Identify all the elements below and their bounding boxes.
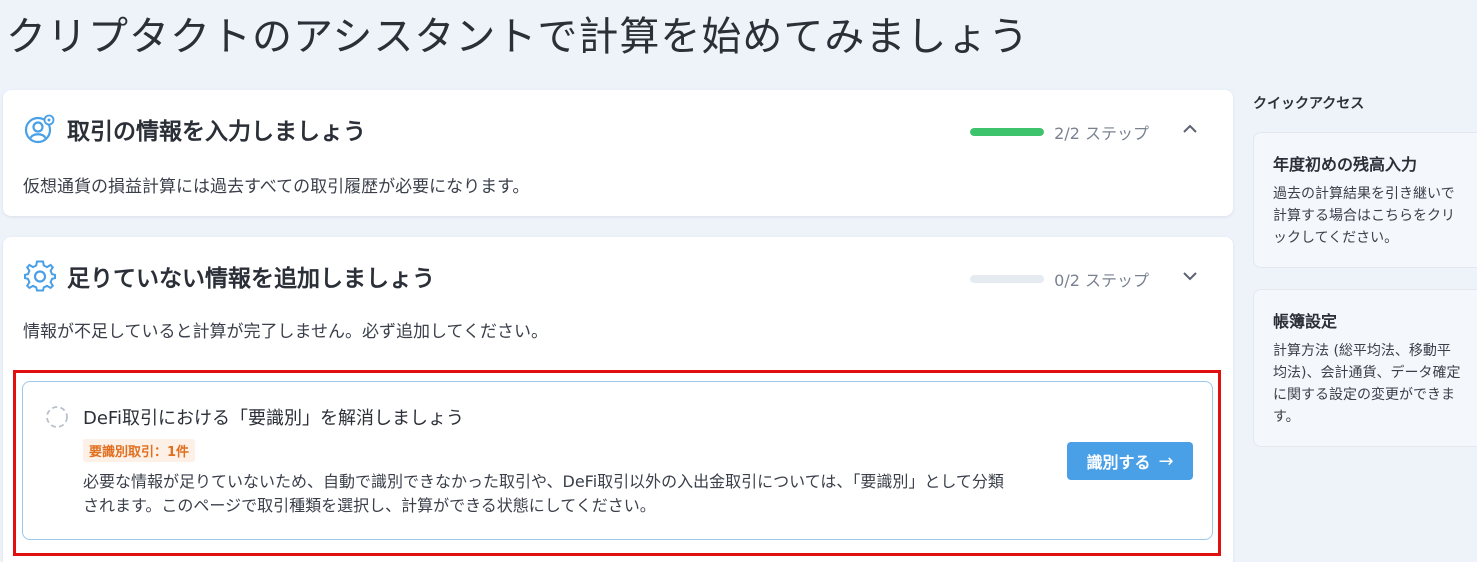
chevron-down-icon[interactable] [1179,265,1201,287]
identify-button-label: 識別する [1086,453,1151,472]
identify-button[interactable]: 識別する → [1067,442,1193,480]
task-title: DeFi取引における「要識別」を解消しましょう [83,408,464,429]
quick-access-label: クイックアクセス [1253,96,1365,112]
quick-access-description: 計算方法 (総平均法、移動平均法)、会計通貨、データ確定に関する設定の変更ができ… [1273,343,1461,425]
arrow-right-icon: → [1158,450,1174,472]
assistant-page: クリプタクトのアシスタントで計算を始めてみましょう 取引の情報を入力しましょう … [0,0,1477,562]
quick-access-ledger-settings[interactable]: 帳簿設定 計算方法 (総平均法、移動平均法)、会計通貨、データ確定に関する設定の… [1253,289,1477,447]
section-description: 仮想通貨の損益計算には過去すべての取引履歴が必要になります。 [23,177,530,197]
quick-access-title: 年度初めの残高入力 [1273,155,1418,174]
status-badge: 要識別取引：1件 [83,439,196,462]
gear-icon [23,259,57,293]
quick-access-opening-balance[interactable]: 年度初めの残高入力 過去の計算結果を引き継いで計算する場合はこちらをクリックして… [1253,132,1477,268]
user-gear-icon [23,112,57,146]
section-header: 足りていない情報を追加しましょう [23,259,435,293]
chevron-up-icon[interactable] [1179,118,1201,140]
page-title: クリプタクトのアシスタントで計算を始めてみましょう [6,14,1030,60]
section-header: 取引の情報を入力しましょう [23,112,366,146]
quick-access-title: 帳簿設定 [1273,312,1338,331]
task-resolve-unidentified: DeFi取引における「要識別」を解消しましょう 要識別取引：1件 必要な情報が足… [22,381,1213,540]
quick-access-description: 過去の計算結果を引き継いで計算する場合はこちらをクリックしてください。 [1273,186,1455,246]
progress-step-text: 0/2 ステップ [1054,271,1149,290]
progress-bar [970,275,1045,283]
section-progress: 2/2 ステップ [970,120,1149,144]
progress-bar [970,128,1045,136]
pending-circle-icon [45,405,69,429]
progress-fill [970,128,1045,136]
section-title: 足りていない情報を追加しましょう [67,266,435,292]
section-progress: 0/2 ステップ [970,267,1149,291]
progress-step-text: 2/2 ステップ [1054,124,1149,143]
section-title: 取引の情報を入力しましょう [67,119,366,145]
section-description: 情報が不足していると計算が完了しません。必ず追加してください。 [23,322,548,342]
task-description: 必要な情報が足りていないため、自動で識別できなかった取引や、DeFi取引以外の入… [83,472,1004,515]
section-input-transactions: 取引の情報を入力しましょう 2/2 ステップ 仮想通貨の損益計算には過去すべての… [3,90,1233,216]
